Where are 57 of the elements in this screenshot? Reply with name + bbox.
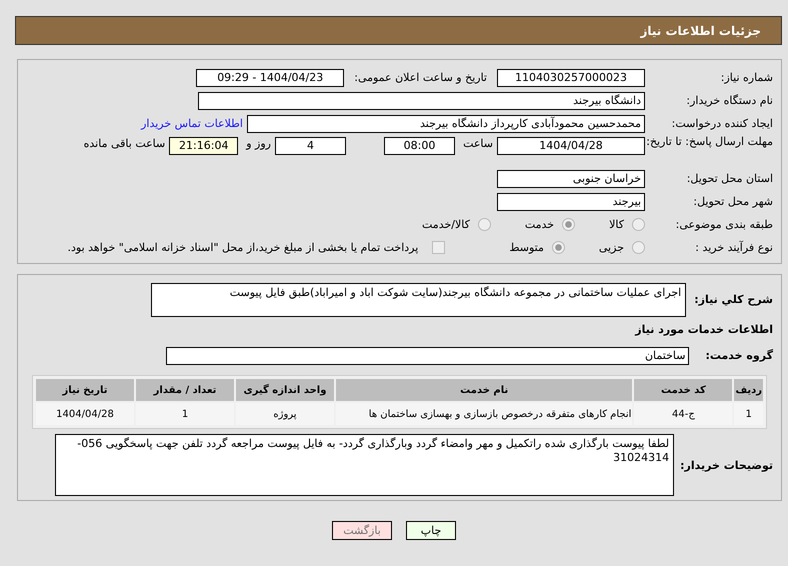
description-box[interactable]: اجرای عملیات ساختمانی در مجموعه دانشگاه بیرجند(سایت شوکت اباد و امیراباد)طبق فایل پیوست bbox=[151, 283, 686, 317]
field-label: ایجاد کننده درخواست: bbox=[670, 117, 774, 130]
table-cell: انجام کارهای متفرقه درخصوص بازسازی و بهسازی ساختمان ها bbox=[336, 403, 632, 425]
text-field[interactable]: محمدحسین محمودآبادی کارپرداز دانشگاه بیرجند bbox=[247, 114, 645, 132]
column-header: واحد اندازه گیری bbox=[236, 379, 334, 401]
days-label: روز و bbox=[244, 137, 272, 150]
print-button[interactable]: چاپ bbox=[406, 521, 456, 540]
text-field[interactable]: 4 bbox=[275, 137, 346, 155]
payment-note: پرداخت تمام یا بخشی از مبلغ خرید،از محل "اسناد خزانه اسلامی" خواهد بود. bbox=[66, 241, 420, 254]
field-label: طبقه بندی موضوعی: bbox=[674, 218, 774, 231]
radio-button[interactable] bbox=[632, 241, 645, 254]
option-label: کالا bbox=[608, 218, 625, 231]
column-header: تعداد / مقدار bbox=[136, 379, 234, 401]
checkbox[interactable] bbox=[432, 241, 446, 254]
field-label: گروه خدمت: bbox=[705, 349, 774, 362]
table-cell: 1404/04/28 bbox=[36, 403, 134, 425]
field-label: نام دستگاه خریدار: bbox=[685, 94, 774, 107]
radio-button[interactable] bbox=[562, 218, 576, 231]
option-label: کالا/خدمت bbox=[421, 218, 471, 231]
column-header: ردیف bbox=[734, 379, 763, 401]
field-label: مهلت ارسال پاسخ: تا تاریخ: bbox=[645, 135, 774, 149]
back-button[interactable]: بازگشت bbox=[332, 521, 392, 540]
field-label: تاریخ و ساعت اعلان عمومی: bbox=[353, 71, 488, 84]
field-label: استان محل تحویل: bbox=[686, 172, 774, 185]
radio-button[interactable] bbox=[632, 218, 645, 231]
section-heading: اطلاعات خدمات مورد نیاز bbox=[634, 322, 774, 338]
field-label: توضیحات خریدار: bbox=[680, 458, 774, 472]
radio-button[interactable] bbox=[478, 218, 491, 231]
option-label: جزیی bbox=[598, 241, 625, 254]
option-label: خدمت bbox=[524, 218, 556, 231]
text-field[interactable]: دانشگاه بیرجند bbox=[198, 92, 645, 110]
countdown-field[interactable]: 21:16:04 bbox=[169, 137, 238, 155]
table-cell: ج-44 bbox=[634, 403, 732, 425]
page-title: جزئیات اطلاعات نیاز bbox=[640, 24, 761, 38]
text-field[interactable]: 08:00 bbox=[384, 137, 455, 155]
table-cell: 1 bbox=[734, 403, 763, 425]
table-cell: پروژه bbox=[236, 403, 334, 425]
table-cell: 1 bbox=[136, 403, 234, 425]
text-field[interactable]: بیرجند bbox=[497, 192, 645, 210]
text-field[interactable]: خراسان جنوبی bbox=[497, 170, 645, 188]
field-label: شهر محل تحویل: bbox=[692, 195, 774, 208]
column-header: نام خدمت bbox=[336, 379, 632, 401]
option-label: متوسط bbox=[508, 241, 545, 254]
time-label: ساعت bbox=[462, 137, 494, 150]
column-header: کد خدمت bbox=[634, 379, 732, 401]
text-field[interactable]: 1104030257000023 bbox=[497, 68, 645, 86]
notes-box[interactable]: لطفا پیوست بارگذاری شده راتکمیل و مهر وامضاء گردد وبارگذاری گردد- به فایل پیوست مراجعه گردد تلفن جهت پاسخگویی 056-31024314 bbox=[55, 434, 674, 496]
text-field[interactable]: 1404/04/28 bbox=[497, 137, 645, 155]
remaining-label: ساعت باقی مانده bbox=[82, 137, 166, 150]
field-label: شرح کلي نياز: bbox=[694, 292, 774, 306]
text-field[interactable]: 1404/04/23 - 09:29 bbox=[196, 68, 344, 86]
text-field[interactable]: ساختمان bbox=[166, 346, 690, 364]
field-label: نوع فرآیند خرید : bbox=[694, 241, 774, 254]
field-label: شماره نیاز: bbox=[720, 71, 774, 84]
radio-button[interactable] bbox=[552, 241, 565, 254]
contact-link[interactable]: اطلاعات تماس خریدار bbox=[141, 117, 243, 130]
column-header: تاریخ نیاز bbox=[36, 379, 134, 401]
